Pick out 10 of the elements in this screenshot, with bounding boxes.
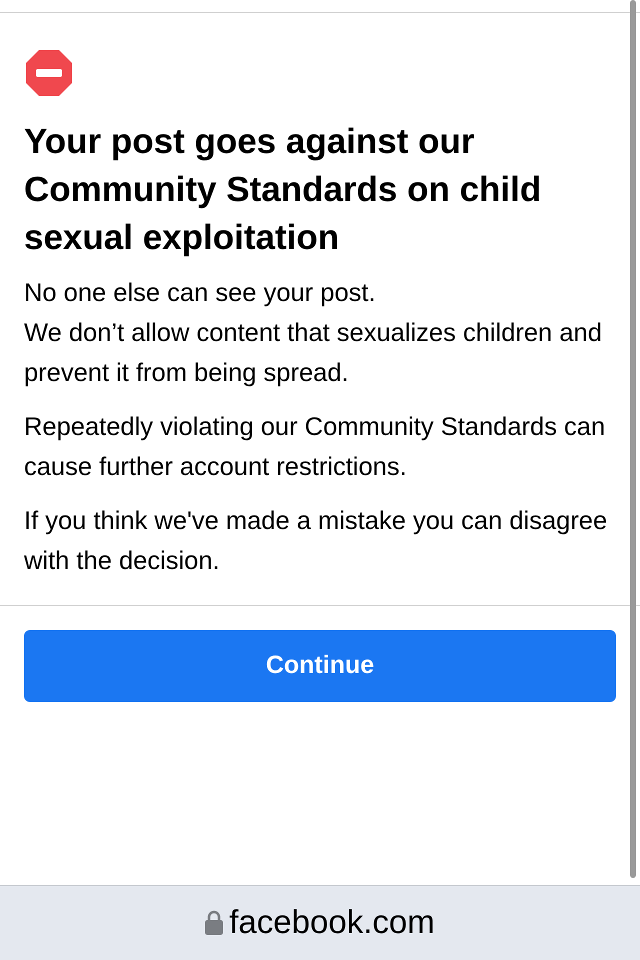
body-text: Repeatedly violating our Community Standards can cause further account restrictions. (24, 412, 606, 483)
address-bar[interactable]: facebook.com (0, 885, 640, 960)
stop-icon (25, 49, 73, 97)
body-text: No one else can see your post. (24, 278, 377, 309)
url-text: facebook.com (229, 902, 435, 942)
body-text: We don’t allow content that sexualizes children and prevent it from being spread. (24, 318, 603, 389)
body-text: If you think we've made a mistake you can disagree with the decision. (24, 506, 608, 577)
lock-icon (205, 909, 224, 935)
heading: Your post goes against our Community Standards on child sexual exploitation (24, 121, 542, 259)
continue-button[interactable]: Continue (24, 630, 616, 702)
